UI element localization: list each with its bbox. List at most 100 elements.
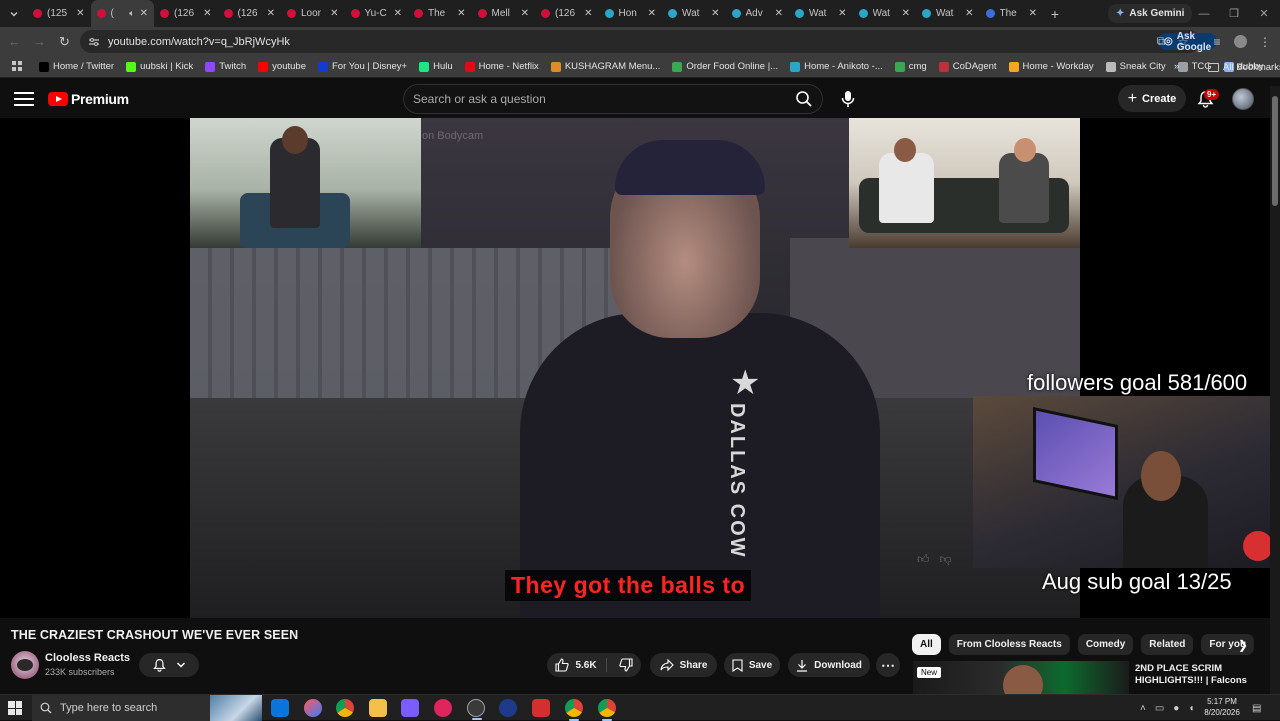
bookmark-item[interactable]: Home - Netflix bbox=[459, 56, 545, 78]
tab-close-icon[interactable]: ✕ bbox=[457, 8, 465, 19]
bookmark-item[interactable]: cmg bbox=[889, 56, 933, 78]
browser-tab[interactable]: Loor ✕ bbox=[281, 0, 345, 27]
menu-kebab-icon[interactable]: ⋮ bbox=[1254, 29, 1276, 54]
close-window-button[interactable]: ✕ bbox=[1248, 0, 1280, 27]
youtube-premium-logo[interactable]: Premium bbox=[48, 91, 129, 107]
bookmark-item[interactable]: Order Food Online |... bbox=[666, 56, 784, 78]
video-player[interactable]: ★ DALLAS COW on Bodycam followers goal 5… bbox=[0, 118, 1270, 618]
browser-tab[interactable]: (🔈︎ ✕ bbox=[90, 0, 154, 27]
browser-tab[interactable]: Mell ✕ bbox=[472, 0, 536, 27]
taskbar-search-input[interactable]: Type here to search bbox=[32, 695, 262, 721]
bookmark-item[interactable]: Home - Anikoto -... bbox=[784, 56, 889, 78]
browser-tab[interactable]: (125 ✕ bbox=[27, 0, 91, 27]
browser-tab[interactable]: Wat ✕ bbox=[853, 0, 917, 27]
bookmark-item[interactable]: Hulu bbox=[413, 56, 459, 78]
subscription-bell-button[interactable] bbox=[139, 653, 199, 677]
tab-close-icon[interactable]: ✕ bbox=[394, 8, 402, 19]
media-player-icon[interactable] bbox=[434, 699, 452, 717]
tab-close-icon[interactable]: ✕ bbox=[711, 8, 719, 19]
taskview-icon[interactable] bbox=[271, 699, 289, 717]
tab-close-icon[interactable]: ✕ bbox=[267, 8, 275, 19]
tab-close-icon[interactable]: ✕ bbox=[775, 8, 783, 19]
download-button[interactable]: Download bbox=[788, 653, 870, 677]
filter-chip[interactable]: Comedy bbox=[1077, 634, 1134, 655]
network-icon[interactable]: ▭ bbox=[1155, 703, 1164, 714]
bookmark-item[interactable]: youtube bbox=[252, 56, 312, 78]
recommended-thumbnail[interactable] bbox=[913, 661, 1129, 695]
forward-button[interactable]: → bbox=[27, 29, 52, 54]
chrome-icon-2[interactable] bbox=[565, 699, 583, 721]
reload-button[interactable]: ↻ bbox=[52, 29, 77, 54]
filter-chip[interactable]: All bbox=[912, 634, 941, 655]
app-icon-1[interactable] bbox=[304, 699, 322, 717]
media-controls-icon[interactable]: ≡ bbox=[1206, 29, 1228, 54]
taskbar-clock[interactable]: 5:17 PM 8/20/2026 bbox=[1200, 696, 1244, 718]
bookmark-item[interactable]: Home / Twitter bbox=[33, 56, 120, 78]
tab-close-icon[interactable]: ✕ bbox=[521, 8, 529, 19]
save-button[interactable]: Save bbox=[724, 653, 780, 677]
tab-close-icon[interactable]: ✕ bbox=[965, 8, 973, 19]
search-input[interactable]: Search or ask a question bbox=[403, 84, 823, 114]
tab-close-icon[interactable]: ✕ bbox=[203, 8, 211, 19]
tab-audio-icon[interactable]: 🔈︎ bbox=[129, 8, 134, 19]
dislike-button[interactable] bbox=[613, 658, 633, 672]
minimize-button[interactable]: — bbox=[1188, 0, 1220, 27]
app-icon-3[interactable] bbox=[532, 699, 550, 717]
bookmark-item[interactable]: Twitch bbox=[199, 56, 252, 78]
bookmark-item[interactable]: For You | Disney+ bbox=[312, 56, 413, 78]
microphone-icon[interactable]: ● bbox=[1173, 703, 1179, 714]
browser-tab[interactable]: (126 ✕ bbox=[535, 0, 599, 27]
bookmark-item[interactable]: CoDAgent bbox=[933, 56, 1003, 78]
address-bar[interactable]: youtube.com/watch?v=q_JbRjWcyHk ◎ Ask Go… bbox=[80, 30, 1218, 53]
bookmark-item[interactable]: uubski | Kick bbox=[120, 56, 199, 78]
page-scrollbar[interactable] bbox=[1270, 86, 1280, 696]
tab-search-button[interactable] bbox=[0, 0, 27, 27]
browser-tab[interactable]: Wat ✕ bbox=[916, 0, 980, 27]
search-button[interactable] bbox=[790, 87, 818, 111]
tab-close-icon[interactable]: ✕ bbox=[330, 8, 338, 19]
profile-icon[interactable] bbox=[1229, 29, 1251, 54]
obs-icon[interactable] bbox=[467, 699, 485, 720]
tab-close-icon[interactable]: ✕ bbox=[838, 8, 846, 19]
browser-tab[interactable]: Adv ✕ bbox=[726, 0, 790, 27]
hamburger-menu-icon[interactable] bbox=[12, 89, 36, 109]
browser-tab[interactable]: (126 ✕ bbox=[218, 0, 282, 27]
tab-close-icon[interactable]: ✕ bbox=[1029, 8, 1037, 19]
browser-tab[interactable]: Yu-C ✕ bbox=[345, 0, 409, 27]
all-bookmarks-button[interactable]: All Bookmarks bbox=[1202, 56, 1280, 78]
chevron-up-icon[interactable]: ˄ bbox=[1140, 703, 1146, 714]
tab-close-icon[interactable]: ✕ bbox=[648, 8, 656, 19]
bookmark-item[interactable]: Sneak City bbox=[1100, 56, 1172, 78]
browser-tab[interactable]: The ✕ bbox=[408, 0, 472, 27]
browser-tab[interactable]: Wat ✕ bbox=[789, 0, 853, 27]
like-button[interactable]: 5.6K bbox=[555, 658, 607, 672]
chrome-icon[interactable] bbox=[336, 699, 354, 717]
share-button[interactable]: Share bbox=[650, 653, 717, 677]
app-icon-2[interactable] bbox=[499, 699, 517, 717]
tab-close-icon[interactable]: ✕ bbox=[76, 8, 84, 19]
channel-avatar[interactable] bbox=[11, 651, 39, 679]
bookmark-star-icon[interactable]: ☆ bbox=[1172, 29, 1194, 54]
notification-center-icon[interactable]: ▤ bbox=[1252, 695, 1261, 721]
tab-close-icon[interactable]: ✕ bbox=[902, 8, 910, 19]
windows-start-icon[interactable] bbox=[8, 701, 22, 715]
volume-icon[interactable]: ◖ bbox=[1188, 703, 1194, 714]
tab-close-icon[interactable]: ✕ bbox=[584, 8, 592, 19]
filter-chip[interactable]: Related bbox=[1141, 634, 1194, 655]
apps-grid-icon[interactable] bbox=[6, 56, 33, 78]
chevron-right-icon[interactable]: ❯ bbox=[1234, 636, 1252, 654]
game-controller-icon[interactable] bbox=[401, 699, 419, 717]
channel-name[interactable]: Clooless Reacts bbox=[45, 652, 130, 664]
create-button[interactable]: + Create bbox=[1118, 85, 1186, 112]
voice-search-button[interactable] bbox=[834, 84, 862, 114]
tab-close-icon[interactable]: ✕ bbox=[140, 8, 148, 19]
new-tab-button[interactable]: + bbox=[1043, 6, 1067, 22]
browser-tab[interactable]: Wat ✕ bbox=[662, 0, 726, 27]
filter-chip[interactable]: From Clooless Reacts bbox=[948, 634, 1070, 655]
browser-tab[interactable]: (126 ✕ bbox=[154, 0, 218, 27]
recommended-title[interactable]: 2ND PLACE SCRIM HIGHLIGHTS!!! | Falcons bbox=[1135, 663, 1255, 687]
bookmark-item[interactable]: Home - Workday bbox=[1003, 56, 1100, 78]
install-app-icon[interactable]: ⧉ bbox=[1150, 29, 1172, 54]
ask-gemini-button[interactable]: ✦ Ask Gemini bbox=[1108, 4, 1193, 23]
back-button[interactable]: ← bbox=[2, 29, 27, 54]
